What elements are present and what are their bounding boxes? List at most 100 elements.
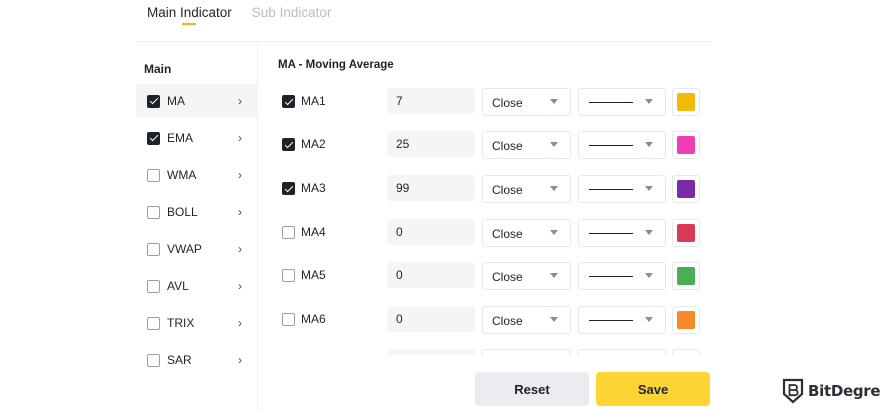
sidebar-title: Main (144, 62, 172, 76)
color-swatch (677, 267, 695, 285)
line-style-sample (589, 233, 633, 234)
brand-watermark: BitDegree (782, 378, 880, 404)
ma-checkbox[interactable] (282, 138, 295, 151)
vertical-divider (257, 42, 258, 411)
color-picker[interactable] (672, 131, 700, 159)
sidebar-item-trix[interactable]: TRIX › (136, 306, 257, 340)
sidebar-item-label: TRIX (167, 316, 195, 330)
sidebar-checkbox[interactable] (147, 205, 160, 219)
tab-sub-indicator[interactable]: Sub Indicator (252, 0, 332, 30)
caret-down-icon (645, 186, 653, 191)
source-select[interactable]: Close (482, 262, 571, 290)
period-input[interactable] (387, 262, 475, 288)
caret-down-icon (550, 99, 558, 104)
sidebar-item-label: VWAP (167, 242, 202, 256)
source-select-value: Close (492, 96, 523, 110)
sidebar-checkbox[interactable] (147, 94, 160, 108)
source-select-value: Close (492, 139, 523, 153)
ma-label: MA2 (301, 137, 326, 151)
ma-checkbox[interactable] (282, 226, 295, 239)
sidebar-checkbox[interactable] (147, 242, 160, 256)
ma-checkbox[interactable] (282, 269, 295, 282)
line-style-select[interactable] (578, 262, 666, 290)
sidebar-item-sar[interactable]: SAR › (136, 343, 257, 377)
line-style-sample (589, 320, 633, 321)
ma-label: MA1 (301, 94, 326, 108)
sidebar-item-label: BOLL (167, 205, 198, 219)
sidebar-checkbox[interactable] (147, 316, 160, 330)
sidebar-item-wma[interactable]: WMA › (136, 158, 257, 192)
sidebar-checkbox[interactable] (147, 168, 160, 182)
line-style-select[interactable] (578, 175, 666, 203)
save-button[interactable]: Save (596, 372, 710, 406)
chevron-right-icon: › (238, 205, 242, 219)
line-style-select[interactable] (578, 219, 666, 247)
period-input[interactable] (387, 175, 475, 201)
line-style-select[interactable] (578, 88, 666, 116)
source-select[interactable]: Close (482, 219, 571, 247)
source-select-value: Close (492, 227, 523, 241)
sidebar-checkbox[interactable] (147, 131, 160, 145)
sidebar-item-ema[interactable]: EMA › (136, 121, 257, 155)
sidebar-item-label: AVL (167, 279, 189, 293)
period-input[interactable] (387, 88, 475, 114)
caret-down-icon (550, 142, 558, 147)
ma-checkbox[interactable] (282, 182, 295, 195)
sidebar-item-avl[interactable]: AVL › (136, 269, 257, 303)
line-style-select[interactable] (578, 306, 666, 334)
sidebar-item-boll[interactable]: BOLL › (136, 195, 257, 229)
line-style-select[interactable] (578, 131, 666, 159)
source-select[interactable]: Close (482, 131, 571, 159)
divider (136, 41, 712, 42)
ma-label: MA4 (301, 225, 326, 239)
caret-down-icon (645, 230, 653, 235)
reset-button[interactable]: Reset (475, 372, 589, 406)
sidebar-item-ma[interactable]: MA › (136, 84, 257, 118)
caret-down-icon (645, 99, 653, 104)
ma-checkbox[interactable] (282, 313, 295, 326)
period-input[interactable] (387, 219, 475, 245)
caret-down-icon (645, 317, 653, 322)
color-picker[interactable] (672, 306, 700, 334)
period-input[interactable] (387, 306, 475, 332)
chevron-right-icon: › (238, 242, 242, 256)
color-picker[interactable] (672, 88, 700, 116)
source-select[interactable]: Close (482, 175, 571, 203)
sidebar-item-label: WMA (167, 168, 197, 182)
brand-name: BitDegree (808, 382, 880, 400)
color-swatch (677, 136, 695, 154)
chevron-right-icon: › (238, 279, 242, 293)
sidebar-item-label: SAR (167, 353, 192, 367)
sidebar-item-vwap[interactable]: VWAP › (136, 232, 257, 266)
source-select-value: Close (492, 183, 523, 197)
ma-label: MA5 (301, 268, 326, 282)
color-picker[interactable] (672, 219, 700, 247)
color-picker[interactable] (672, 175, 700, 203)
sidebar-checkbox[interactable] (147, 279, 160, 293)
period-input[interactable] (387, 131, 475, 157)
line-style-sample (589, 102, 633, 103)
ma-label: MA3 (301, 181, 326, 195)
active-tab-indicator (182, 23, 196, 25)
source-select-value: Close (492, 314, 523, 328)
chevron-right-icon: › (238, 131, 242, 145)
color-swatch (677, 311, 695, 329)
line-style-sample (589, 189, 633, 190)
sidebar-checkbox[interactable] (147, 353, 160, 367)
sidebar-item-label: MA (167, 94, 185, 108)
caret-down-icon (550, 273, 558, 278)
tab-main-indicator[interactable]: Main Indicator (147, 0, 232, 30)
source-select-value: Close (492, 270, 523, 284)
color-picker[interactable] (672, 262, 700, 290)
ma-checkbox[interactable] (282, 95, 295, 108)
source-select[interactable]: Close (482, 306, 571, 334)
chevron-right-icon: › (238, 316, 242, 330)
caret-down-icon (645, 142, 653, 147)
color-swatch (677, 224, 695, 242)
indicator-tabs: Main Indicator Sub Indicator (147, 0, 331, 30)
caret-down-icon (550, 317, 558, 322)
caret-down-icon (550, 230, 558, 235)
color-swatch (677, 93, 695, 111)
line-style-sample (589, 145, 633, 146)
source-select[interactable]: Close (482, 88, 571, 116)
